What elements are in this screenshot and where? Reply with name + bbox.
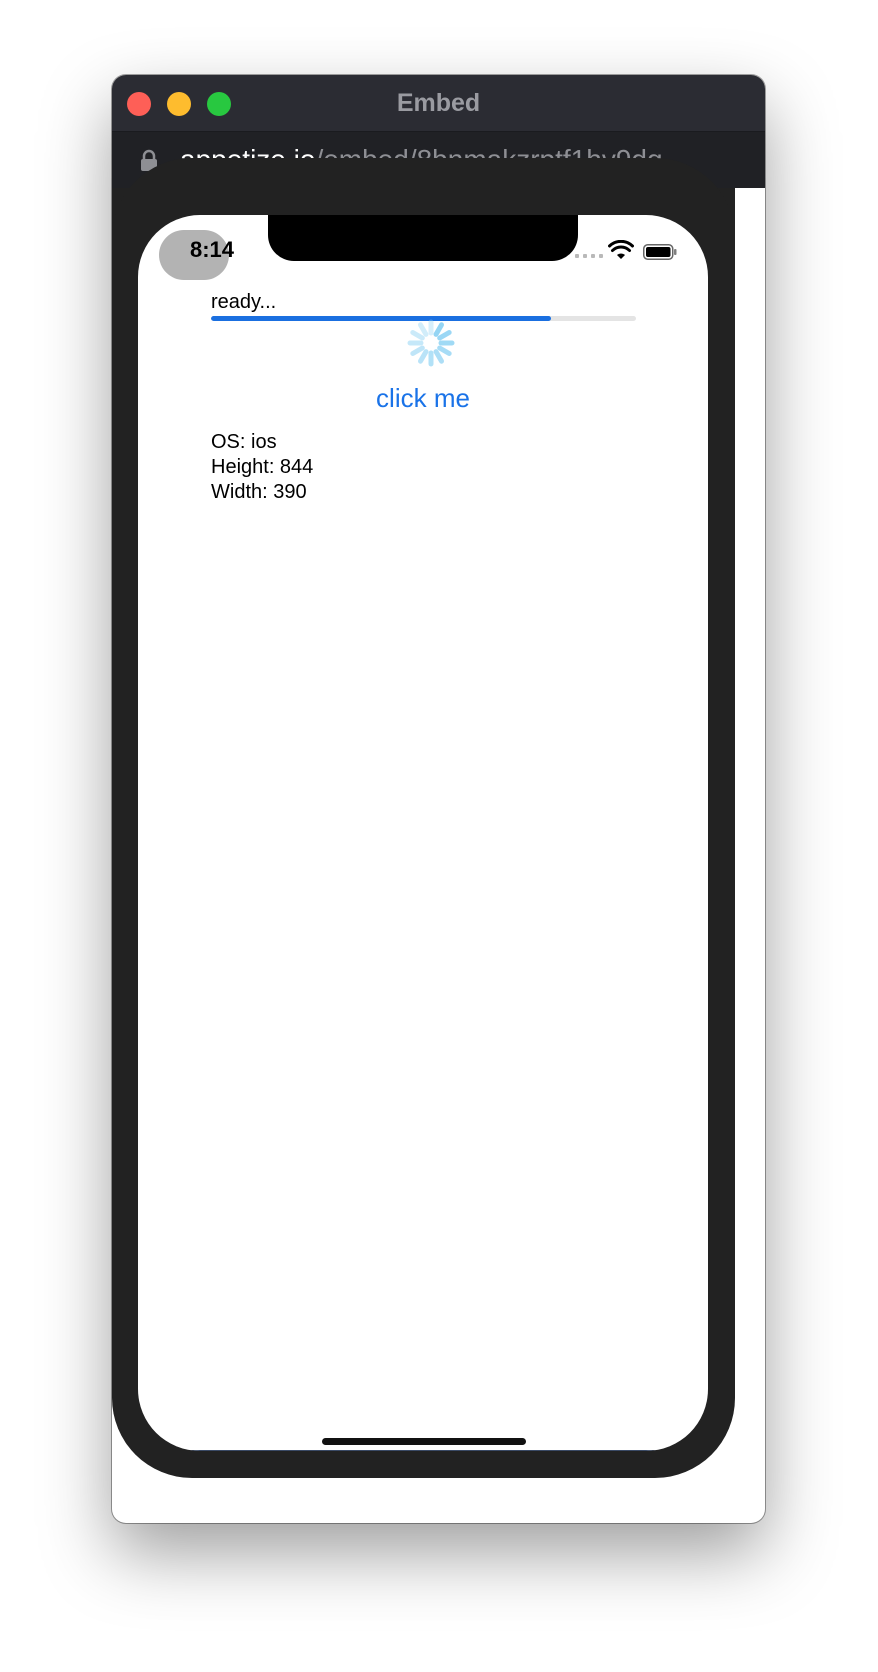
loading-spinner-icon	[407, 319, 455, 367]
spinner-spoke	[437, 330, 452, 341]
device-info: OS: ios Height: 844 Width: 390	[211, 430, 313, 505]
screen-bottom-edge	[188, 1450, 658, 1451]
window-title: Embed	[396, 89, 481, 117]
info-os: OS: ios	[211, 431, 277, 453]
spinner-spoke	[437, 345, 452, 356]
status-text: ready...	[211, 291, 277, 313]
device-notch	[268, 215, 578, 261]
click-me-button[interactable]: click me	[138, 383, 708, 414]
browser-window: Embed appetize.io/embed/8bnmakzrptf1hv9d…	[112, 75, 765, 1523]
spinner-spoke	[410, 345, 425, 356]
home-indicator[interactable]	[322, 1438, 526, 1445]
spinner-spoke	[433, 322, 444, 337]
device-frame: 8:14 ready... click me OS: ios Height: 8…	[112, 158, 735, 1478]
info-width: Width: 390	[211, 481, 307, 503]
device-screen[interactable]: 8:14 ready... click me OS: ios Height: 8…	[138, 215, 708, 1451]
spinner-spoke	[418, 322, 429, 337]
wifi-icon	[608, 240, 634, 259]
battery-icon	[643, 244, 677, 260]
spinner-spoke	[433, 349, 444, 364]
status-time: 8:14	[190, 237, 235, 262]
progress-bar-fill	[211, 316, 551, 321]
spinner-spoke	[418, 349, 429, 364]
title-bar: Embed	[112, 75, 765, 132]
info-height: Height: 844	[211, 456, 314, 478]
spinner-spoke	[410, 330, 425, 341]
cellular-signal-icon	[575, 254, 603, 258]
